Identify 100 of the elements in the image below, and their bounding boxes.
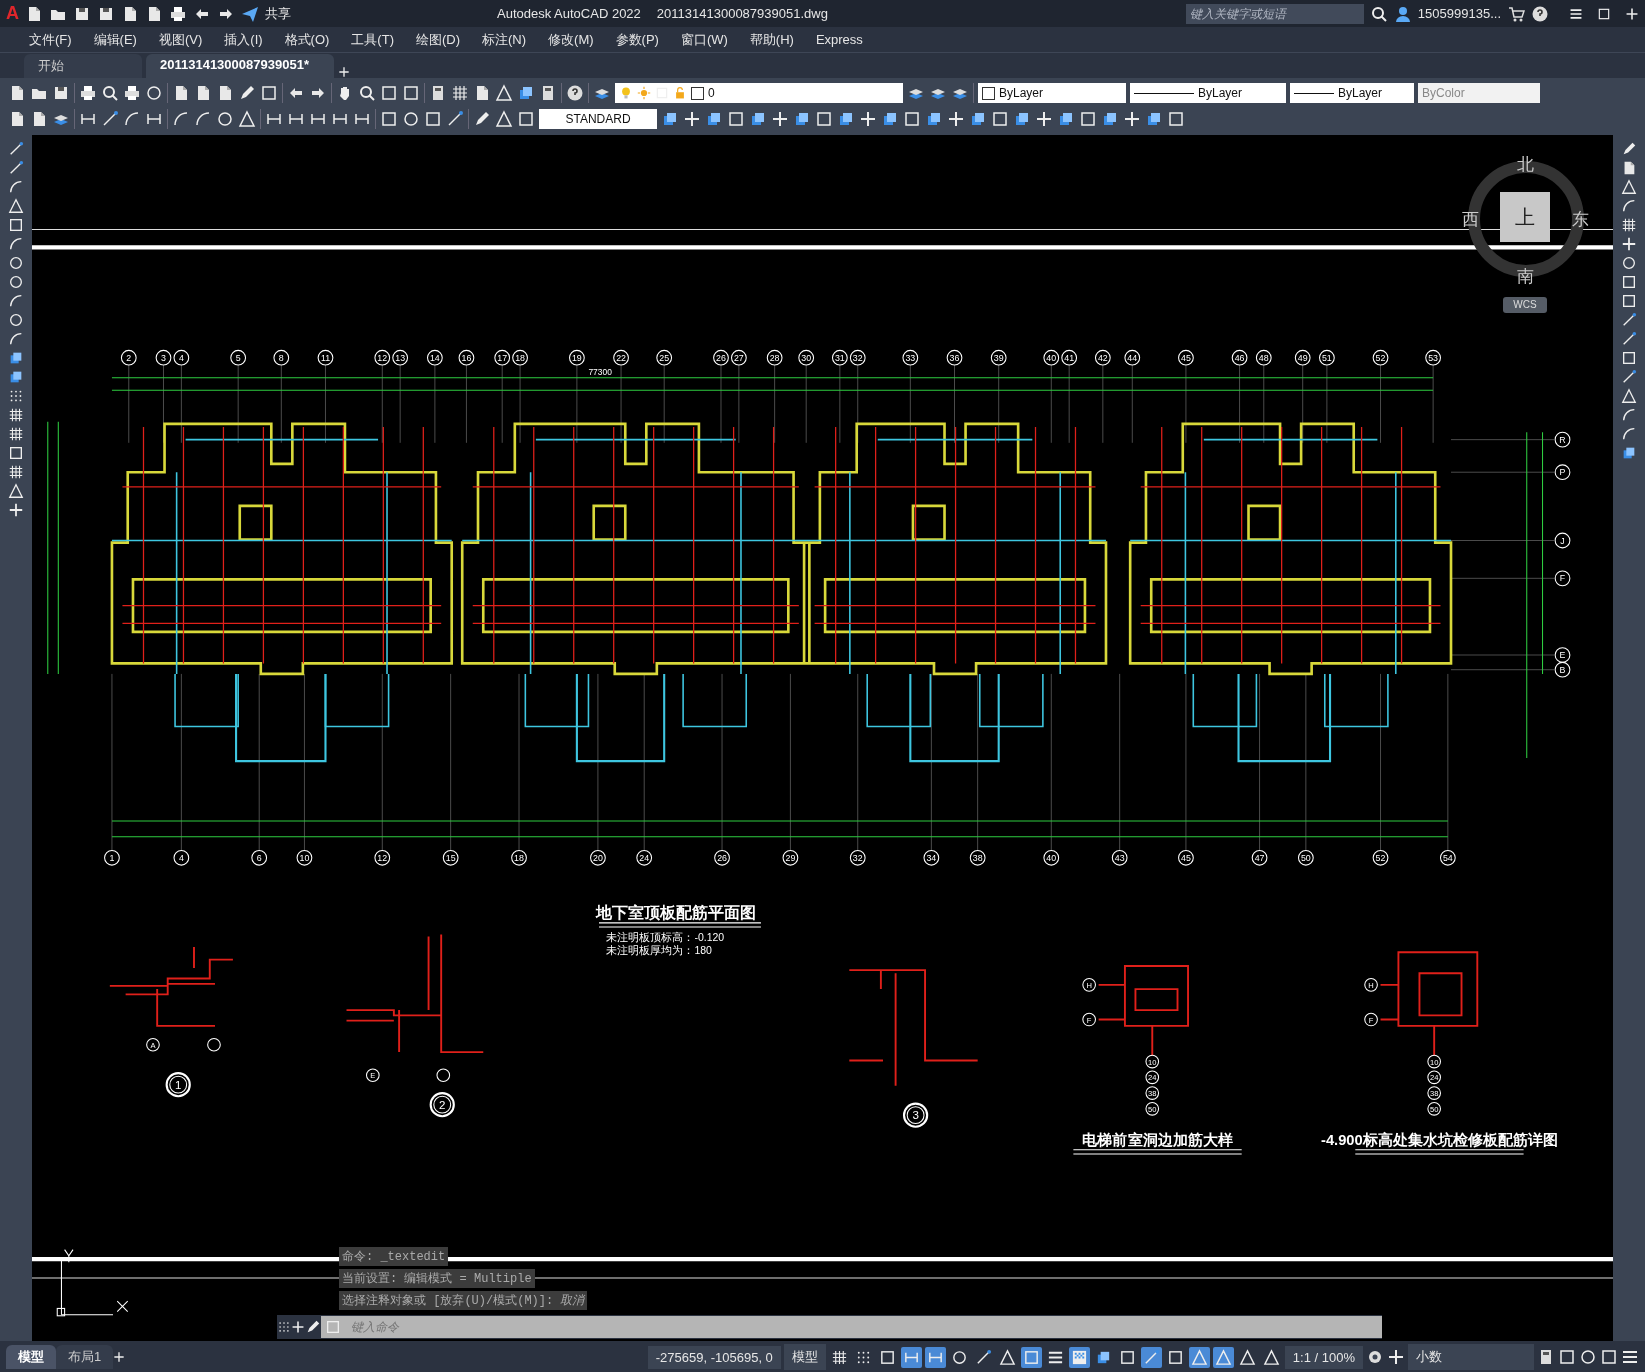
polyline-icon[interactable] — [8, 160, 24, 176]
zoom-icon[interactable] — [358, 84, 376, 102]
user-name[interactable]: 1505999135... — [1417, 6, 1501, 21]
lineweight-dropdown[interactable]: ByLayer — [1290, 83, 1414, 103]
units-dropdown[interactable]: 小数 — [1408, 1344, 1534, 1370]
menu-item[interactable]: 绘图(D) — [404, 30, 471, 49]
axis-bubble: 12 — [374, 849, 391, 866]
move-icon[interactable] — [771, 110, 789, 128]
menu-item[interactable]: 窗口(W) — [669, 30, 739, 49]
compass-label[interactable]: 东 — [1572, 208, 1589, 231]
axis-bubble: 2 — [120, 349, 137, 366]
command-input-field[interactable]: 键入命令 — [345, 1316, 1382, 1338]
arc-icon[interactable] — [8, 236, 24, 252]
cart-icon[interactable] — [1507, 4, 1525, 23]
axis-bubble: 16 — [458, 349, 475, 366]
menu-item[interactable]: 文件(F) — [18, 30, 83, 49]
rectangle-icon[interactable] — [8, 217, 24, 233]
model-space-button[interactable]: 模型 — [783, 1344, 826, 1370]
document-tab[interactable]: 开始 — [24, 54, 142, 78]
user-icon[interactable] — [1393, 4, 1412, 23]
edit-dimension-icon[interactable] — [473, 110, 491, 128]
share-button[interactable]: 共享 — [265, 4, 291, 23]
axis-bubble: 52 — [1372, 349, 1389, 366]
menu-icon[interactable] — [1621, 1348, 1639, 1366]
drawing-note: 未注明板厚均为：180 — [606, 944, 712, 957]
print-icon[interactable] — [79, 84, 97, 102]
compass-label[interactable]: 南 — [1517, 265, 1534, 288]
menu-item[interactable]: Express — [804, 32, 874, 47]
diameter-icon[interactable] — [194, 110, 212, 128]
grip-icon[interactable] — [277, 1320, 291, 1334]
detail-title: 电梯前室洞边加筋大样 — [1082, 1131, 1233, 1148]
plus-icon[interactable] — [1387, 1348, 1405, 1366]
axis-bubble: 38 — [969, 849, 986, 866]
ucs-menu-button[interactable]: WCS — [1503, 297, 1547, 313]
axis-bubble: 3 — [155, 349, 172, 366]
circle-icon[interactable] — [216, 110, 234, 128]
menu-item[interactable]: 帮助(H) — [738, 30, 805, 49]
axis-bubble: 40 — [1043, 849, 1060, 866]
help-icon[interactable] — [1531, 4, 1549, 23]
arc-dimension-icon[interactable] — [123, 110, 141, 128]
table-icon[interactable] — [8, 464, 24, 480]
menu-item[interactable]: 格式(O) — [273, 30, 341, 49]
print-icon[interactable] — [169, 4, 187, 23]
print-preview-icon[interactable] — [101, 84, 119, 102]
plot-icon[interactable] — [123, 84, 141, 102]
search-icon[interactable] — [1369, 4, 1388, 23]
layout-tab[interactable]: 模型 — [6, 1345, 56, 1369]
menu-item[interactable]: 编辑(E) — [82, 30, 148, 49]
linetype-dropdown[interactable]: ByLayer — [1130, 83, 1286, 103]
document-tab[interactable]: 20113141300087939051* — [146, 54, 334, 78]
wrench-icon[interactable] — [305, 1319, 321, 1335]
layer-dropdown[interactable]: 0 — [615, 83, 903, 103]
aligned-dimension-icon[interactable] — [101, 110, 119, 128]
menu-item[interactable]: 修改(M) — [537, 30, 605, 49]
circle-icon[interactable] — [8, 255, 24, 271]
move-icon[interactable] — [947, 110, 965, 128]
menu-item[interactable]: 标注(N) — [471, 30, 538, 49]
move-icon[interactable] — [683, 110, 701, 128]
new-tab-icon[interactable] — [338, 66, 350, 78]
share-icon[interactable] — [241, 4, 259, 23]
axis-bubble: 31 — [831, 349, 848, 366]
axis-bubble: 11 — [317, 349, 334, 366]
layout-tab[interactable]: 布局1 — [56, 1345, 114, 1369]
viewcube-face[interactable]: 上 — [1500, 192, 1550, 242]
axis-bubble: 18 — [512, 349, 528, 366]
radius-icon[interactable] — [172, 110, 190, 128]
axis-bubble: 48 — [1255, 349, 1272, 366]
compass-label[interactable]: 西 — [1462, 208, 1479, 231]
compass-label[interactable]: 北 — [1517, 153, 1534, 176]
save-icon[interactable] — [52, 84, 70, 102]
search-field[interactable]: 键入关键字或短语 — [1185, 3, 1364, 24]
axis-bubble: 50 — [1297, 849, 1314, 866]
axis-bubble: 29 — [782, 849, 799, 866]
menu-item[interactable]: 工具(T) — [340, 30, 405, 49]
text-style-dropdown[interactable]: STANDARD — [539, 109, 657, 129]
center-mark-icon[interactable] — [402, 110, 420, 128]
move-icon[interactable] — [1035, 110, 1053, 128]
polygon-icon[interactable] — [8, 198, 24, 214]
match-properties-icon[interactable] — [238, 84, 256, 102]
add-layout-icon[interactable] — [113, 1351, 126, 1363]
help-icon[interactable] — [566, 84, 584, 102]
axis-bubble: 33 — [902, 349, 919, 366]
color-dropdown[interactable]: ByLayer — [978, 83, 1126, 103]
axis-bubble: 52 — [1372, 849, 1389, 866]
point-icon[interactable] — [8, 388, 24, 404]
line-icon[interactable] — [8, 141, 24, 157]
add-icon[interactable] — [8, 502, 24, 518]
menu-item[interactable]: 插入(I) — [213, 30, 274, 49]
move-icon[interactable] — [1123, 110, 1141, 128]
move-icon[interactable] — [859, 110, 877, 128]
arc-icon[interactable] — [8, 179, 24, 195]
menu-item[interactable]: 参数(P) — [604, 30, 670, 49]
maximize-icon[interactable] — [1597, 6, 1611, 21]
axis-bubble: 45 — [1178, 849, 1194, 866]
coordinates-readout: -275659, -105695, 0 — [647, 1345, 781, 1369]
gear-icon[interactable] — [1366, 1348, 1384, 1366]
move-icon[interactable] — [1621, 236, 1637, 252]
drawing-title: 地下室顶板配筋平面图 — [595, 903, 756, 921]
menu-item[interactable]: 视图(V) — [147, 30, 214, 49]
annotation-scale-button[interactable]: 1:1 / 100% — [1284, 1345, 1363, 1369]
